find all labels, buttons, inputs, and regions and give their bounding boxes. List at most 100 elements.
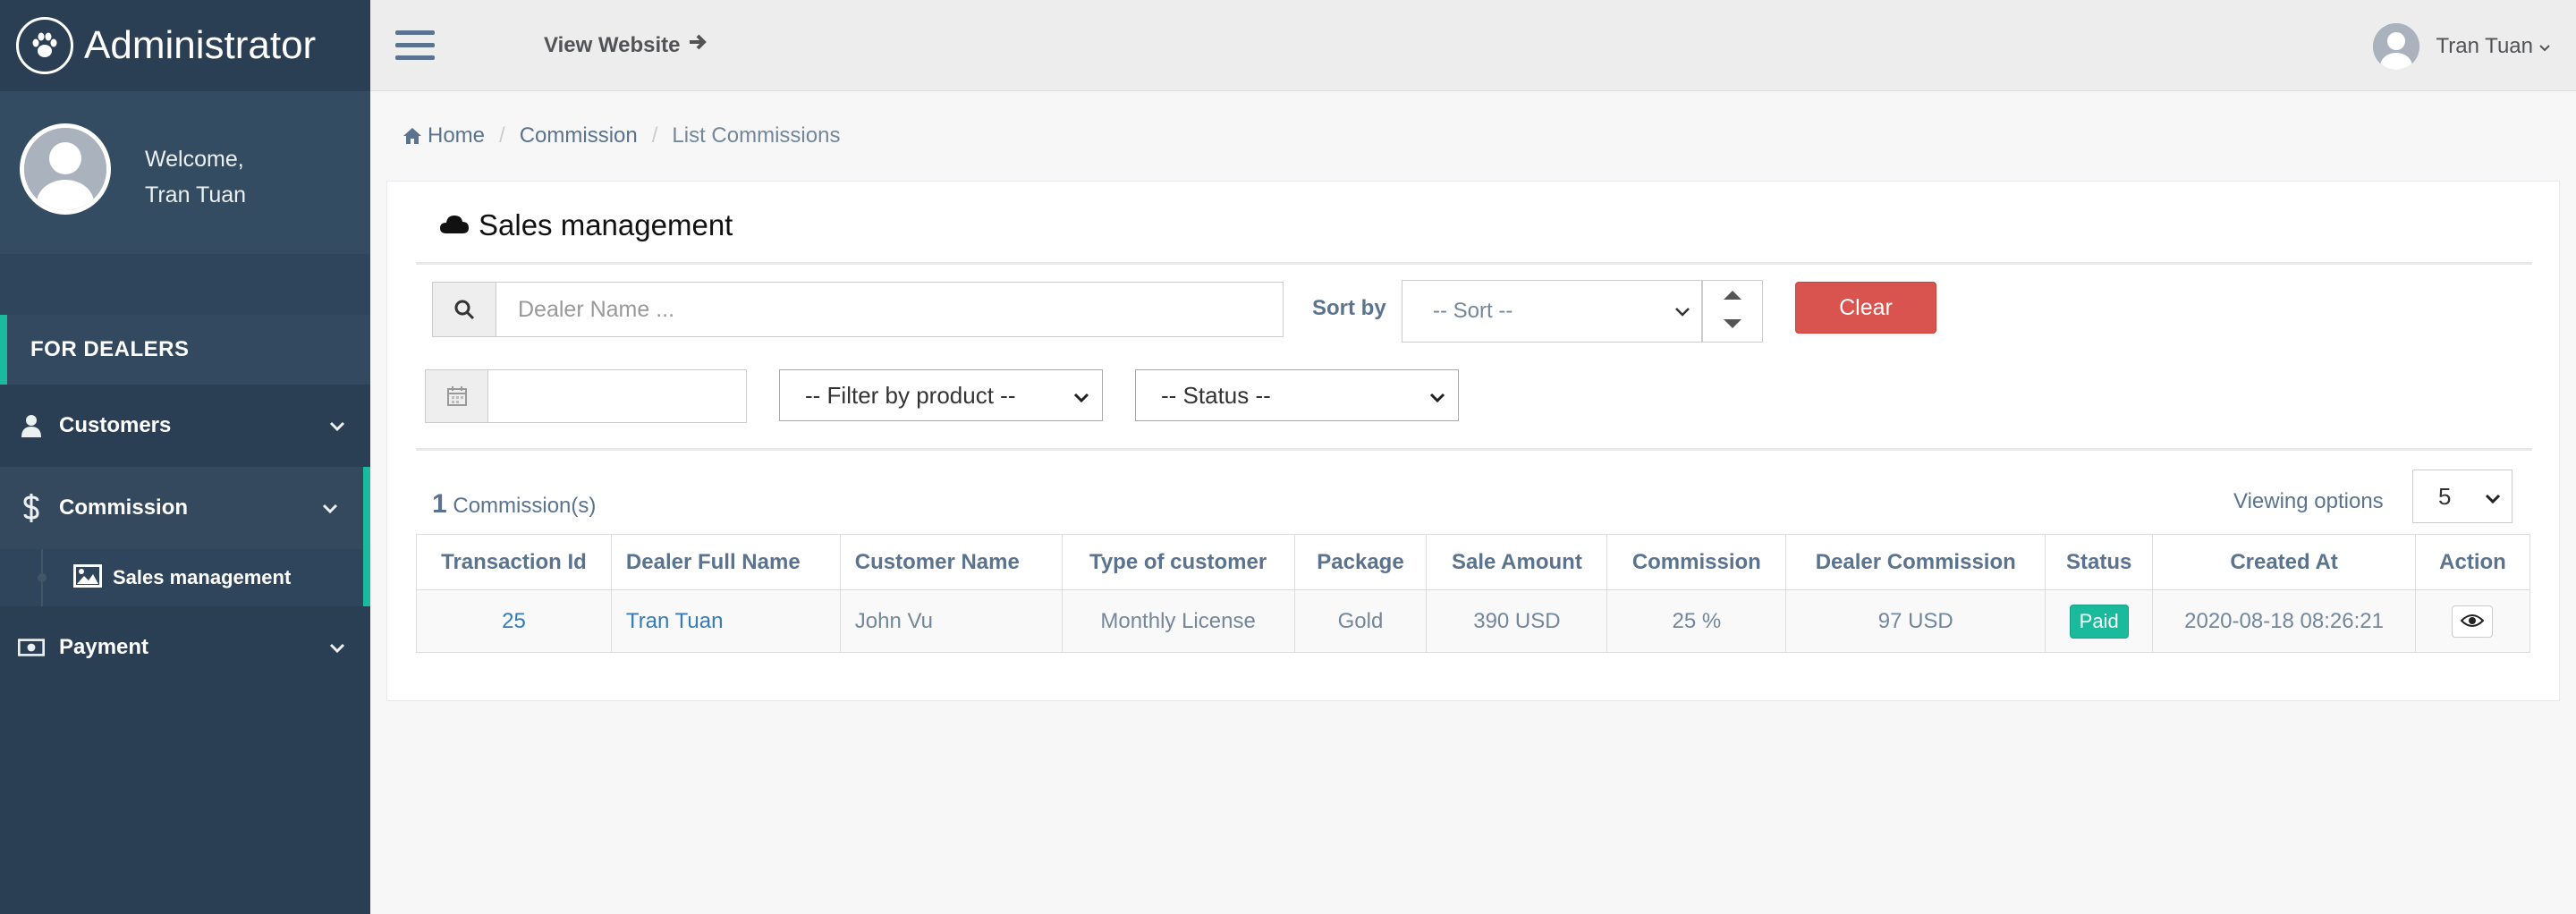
table-row: 25 Tran Tuan John Vu Monthly License Gol… [416,589,2531,653]
chevron-down-icon [2538,34,2551,59]
welcome-text: Welcome, Tran Tuan [145,141,246,213]
cell-transaction-id[interactable]: 25 [416,589,612,653]
cell-action [2414,589,2531,653]
calendar-icon[interactable] [425,369,489,423]
dealer-link[interactable]: Tran Tuan [626,609,724,633]
sidebar: Administrator Welcome, Tran Tuan FOR DEA… [0,0,370,914]
chevron-down-icon [329,413,345,438]
product-filter-select[interactable]: -- Filter by product -- [779,369,1103,421]
breadcrumb-home[interactable]: Home [428,123,485,148]
cell-commission: 25 % [1606,589,1787,653]
status-badge: Paid [2069,604,2129,639]
breadcrumb-separator: / [651,123,658,148]
user-name: Tran Tuan [2436,34,2533,58]
result-count-number: 1 [432,489,447,519]
divider [416,448,2532,451]
profile: Welcome, Tran Tuan [0,91,370,254]
result-count-label: Commission(s) [453,494,597,518]
cell-type: Monthly License [1061,589,1295,653]
menu-toggle-icon[interactable] [395,30,435,60]
sidebar-item-commission[interactable]: Commission [0,467,370,549]
cell-dealer[interactable]: Tran Tuan [610,589,841,653]
sidebar-item-label: Customers [59,413,172,437]
divider [416,262,2532,265]
column-header[interactable]: Sale Amount [1426,534,1608,590]
brand[interactable]: Administrator [0,0,370,91]
chevron-down-icon [1073,382,1089,410]
breadcrumb-separator: / [499,123,505,148]
column-header[interactable]: Dealer Full Name [610,534,841,590]
view-website-link[interactable]: View Website [544,32,708,58]
column-header[interactable]: Package [1293,534,1428,590]
clear-button[interactable]: Clear [1795,282,1936,334]
column-header[interactable]: Created At [2152,534,2416,590]
column-header[interactable]: Customer Name [839,534,1063,590]
cell-sale-amount: 390 USD [1426,589,1608,653]
dealer-search-input[interactable] [496,282,1284,337]
breadcrumb: Home / Commission / List Commissions [402,123,840,148]
column-header[interactable]: Commission [1606,534,1787,590]
date-range-input[interactable] [487,369,747,423]
page-size-value: 5 [2438,482,2452,510]
chevron-down-icon [1674,299,1690,324]
sidebar-item-payment[interactable]: Payment [0,606,370,689]
sidebar-item-customers[interactable]: Customers [0,385,370,467]
column-header[interactable]: Type of customer [1061,534,1295,590]
cell-created-at: 2020-08-18 08:26:21 [2152,589,2416,653]
chevron-down-icon [329,635,345,660]
dollar-icon [18,494,45,522]
user-menu[interactable]: Tran Tuan [2373,23,2551,70]
column-header[interactable]: Transaction Id [416,534,612,590]
sidebar-item-label: Payment [59,635,149,659]
cloud-icon [439,208,470,242]
sort-select[interactable]: -- Sort -- [1402,280,1702,343]
chevron-down-icon [2485,483,2501,511]
status-filter-select[interactable]: -- Status -- [1135,369,1459,421]
home-icon [402,127,422,145]
brand-name: Administrator [84,23,317,67]
page-title-text: Sales management [479,208,733,241]
status-filter-value: -- Status -- [1161,381,1271,409]
avatar [2373,23,2420,70]
view-website-label: View Website [544,32,681,57]
top-nav: View Website Tran Tuan [370,0,2576,91]
cell-customer: John Vu [839,589,1063,653]
caret-up-icon [1723,289,1742,305]
viewing-options-label: Viewing options [2233,489,2384,513]
cell-dealer-commission: 97 USD [1785,589,2046,653]
welcome-label: Welcome, [145,147,244,172]
cell-package: Gold [1293,589,1428,653]
transaction-id-link[interactable]: 25 [502,609,526,633]
section-title: FOR DEALERS [0,315,370,385]
sort-direction-toggle[interactable] [1702,280,1763,343]
column-header[interactable]: Status [2045,534,2154,590]
search-group [432,282,1284,337]
submenu-label: Sales management [113,566,292,588]
welcome-user: Tran Tuan [145,182,247,207]
submenu-dot [38,573,47,582]
image-icon [73,563,102,592]
arrow-right-icon [688,32,708,58]
paw-icon [16,17,73,74]
breadcrumb-current: List Commissions [672,123,841,148]
page-title: Sales management [439,208,733,242]
table-header-row: Transaction Id Dealer Full Name Customer… [416,534,2531,590]
user-icon [18,414,45,437]
column-header[interactable]: Dealer Commission [1785,534,2046,590]
product-filter-value: -- Filter by product -- [805,381,1016,409]
sidebar-spacer [0,254,370,315]
column-header: Action [2414,534,2531,590]
breadcrumb-commission[interactable]: Commission [520,123,638,148]
view-button[interactable] [2452,605,2494,638]
sales-panel: Sales management Sort by -- Sort -- Clea… [386,181,2560,701]
eye-icon [2461,609,2485,634]
chevron-down-icon [1429,382,1445,410]
avatar [20,123,111,215]
page-size-select[interactable]: 5 [2412,470,2512,523]
sidebar-subitem-sales-management[interactable]: Sales management [0,549,370,606]
sort-select-value: -- Sort -- [1433,299,1513,323]
search-icon[interactable] [432,282,496,337]
result-count: 1 Commission(s) [432,489,596,520]
commissions-table: Transaction Id Dealer Full Name Customer… [416,534,2531,653]
sort-label: Sort by [1312,296,1386,320]
